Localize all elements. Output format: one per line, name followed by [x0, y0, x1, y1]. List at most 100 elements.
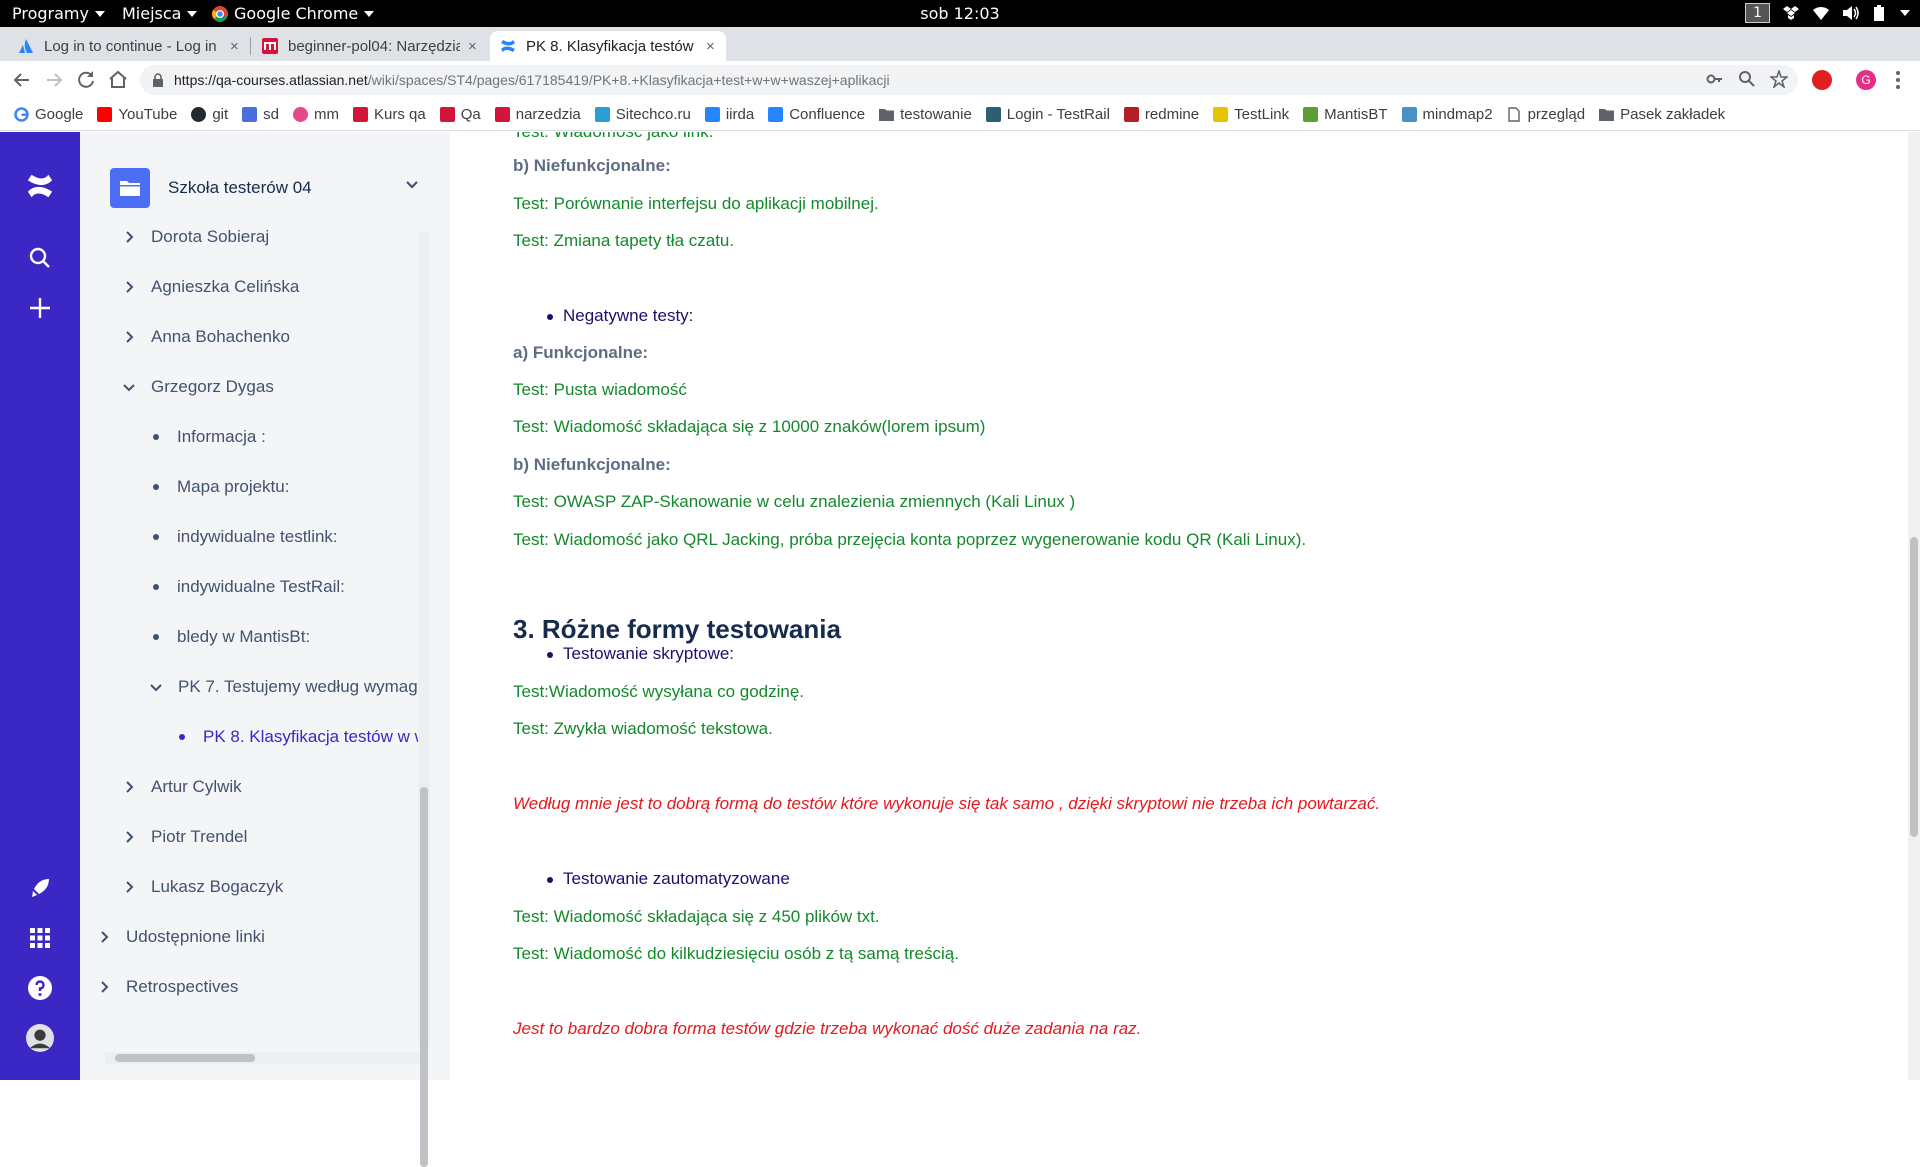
scrollbar-thumb[interactable]: [1910, 537, 1918, 837]
bookmark-item[interactable]: git: [191, 106, 228, 123]
bookmark-item[interactable]: TestLink: [1213, 106, 1289, 123]
back-arrow-icon[interactable]: [10, 68, 34, 92]
more-menu-icon[interactable]: [1886, 68, 1910, 92]
bookmark-item[interactable]: Login - TestRail: [985, 106, 1110, 123]
confluence-logo-icon[interactable]: [26, 172, 54, 200]
bookmark-item[interactable]: testowanie: [879, 106, 972, 123]
rocket-icon[interactable]: [26, 874, 54, 902]
bookmark-item[interactable]: YouTube: [97, 106, 177, 123]
tab-login[interactable]: Log in to continue - Log in ×: [8, 31, 256, 61]
help-icon[interactable]: [26, 974, 54, 1002]
chevron-down-icon[interactable]: [123, 383, 135, 392]
tab-beginner-pol04[interactable]: beginner-pol04: Narzędzia ×: [252, 31, 488, 61]
forward-arrow-icon[interactable]: [42, 68, 66, 92]
tree-item-label: Udostępnione linki: [126, 927, 265, 946]
chevron-right-icon[interactable]: [123, 831, 135, 843]
key-icon[interactable]: [1706, 70, 1724, 88]
app-switcher-icon[interactable]: [26, 924, 54, 952]
bookmark-label: przegląd: [1527, 106, 1586, 123]
dropbox-icon[interactable]: [1782, 5, 1800, 21]
tab-pk8[interactable]: PK 8. Klasyfikacja testów w ×: [490, 31, 726, 61]
tree-item[interactable]: bledy w MantisBt:: [150, 622, 310, 652]
atlassian-icon: [19, 39, 33, 53]
close-icon[interactable]: ×: [468, 38, 477, 55]
create-icon[interactable]: [26, 294, 54, 322]
wifi-icon[interactable]: [1812, 5, 1830, 21]
address-bar[interactable]: https://qa-courses.atlassian.net /wiki/s…: [140, 65, 1798, 95]
bookmark-item[interactable]: mindmap2: [1401, 106, 1493, 123]
tree-item[interactable]: Retrospectives: [98, 972, 238, 1002]
bookmark-item[interactable]: Qa: [439, 106, 481, 123]
home-icon[interactable]: [106, 68, 130, 92]
test-line-text: Test: Pusta wiadomość: [513, 380, 687, 399]
search-icon[interactable]: [26, 244, 54, 272]
tree-item[interactable]: Udostępnione linki: [98, 922, 265, 952]
chevron-down-icon[interactable]: [150, 683, 162, 692]
tree-item[interactable]: Piotr Trendel: [123, 822, 247, 852]
tree-item[interactable]: indywidualne testlink:: [150, 522, 338, 552]
close-icon[interactable]: ×: [230, 38, 239, 55]
user-avatar[interactable]: [26, 1024, 54, 1052]
chevron-down-icon[interactable]: [405, 180, 419, 190]
star-icon[interactable]: [1770, 70, 1788, 88]
chevron-right-icon[interactable]: [123, 281, 135, 293]
tree-item[interactable]: Informacja :: [150, 422, 266, 452]
tree-item[interactable]: PK 8. Klasyfikacja testów w waszej aplik…: [176, 722, 420, 752]
space-header[interactable]: Szkoła testerów 04: [110, 168, 312, 208]
reload-icon[interactable]: [74, 68, 98, 92]
volume-icon[interactable]: [1842, 5, 1860, 21]
bookmark-item[interactable]: sd: [242, 106, 279, 123]
chevron-right-icon[interactable]: [98, 981, 110, 993]
bookmark-label: Login - TestRail: [1006, 106, 1110, 123]
bookmark-item[interactable]: Sitechco.ru: [594, 106, 691, 123]
bookmark-item[interactable]: Kurs qa: [353, 106, 426, 123]
chevron-right-icon[interactable]: [123, 331, 135, 343]
test-line-text: Test: Wiadomość do kilkudziesięciu osób …: [513, 944, 959, 963]
power-menu-caret-icon[interactable]: [1900, 9, 1910, 17]
tree-item-label: Informacja :: [177, 427, 266, 446]
bookmarks-bar: Google YouTube git sd mm Kurs qa Qa narzedzia Si…: [0, 99, 1920, 131]
bookmark-item[interactable]: Confluence: [768, 106, 865, 123]
tree-item[interactable]: Agnieszka Celińska: [123, 272, 299, 302]
tree-item-label: indywidualne testlink:: [177, 527, 338, 546]
tree-item[interactable]: Lukasz Bogaczyk: [123, 872, 283, 902]
zoom-icon[interactable]: [1738, 70, 1756, 88]
bullet-icon: [153, 634, 159, 640]
browser-toolbar: https://qa-courses.atlassian.net /wiki/s…: [0, 61, 1920, 99]
tree-item[interactable]: indywidualne TestRail:: [150, 572, 345, 602]
tree-item[interactable]: Anna Bohachenko: [123, 322, 290, 352]
profile-avatar[interactable]: G: [1856, 70, 1876, 90]
bookmark-item[interactable]: MantisBT: [1303, 106, 1388, 123]
page-vertical-scrollbar[interactable]: [1908, 132, 1920, 1080]
bookmark-item[interactable]: redmine: [1123, 106, 1199, 123]
tree-item[interactable]: PK 7. Testujemy według wymagań: [150, 672, 420, 702]
tree-item[interactable]: Dorota Sobieraj: [123, 228, 269, 252]
sidebar-horizontal-scrollbar[interactable]: [105, 1052, 420, 1064]
tree-item[interactable]: Mapa projektu:: [150, 472, 289, 502]
tree-item[interactable]: Artur Cylwik: [123, 772, 242, 802]
bookmark-item[interactable]: narzedzia: [494, 106, 581, 123]
bookmark-item[interactable]: iirda: [704, 106, 754, 123]
workspace-indicator[interactable]: 1: [1745, 3, 1770, 23]
chevron-right-icon[interactable]: [123, 231, 135, 243]
scrollbar-thumb[interactable]: [420, 787, 428, 1167]
chevron-right-icon[interactable]: [123, 781, 135, 793]
tree-item-label: indywidualne TestRail:: [177, 577, 345, 596]
redmine-icon: [1123, 107, 1139, 122]
clock[interactable]: sob 12:03: [0, 4, 1920, 23]
bookmark-label: mm: [314, 106, 340, 123]
tree-item-label: Anna Bohachenko: [151, 327, 290, 346]
sidebar-vertical-scrollbar[interactable]: [418, 232, 430, 1167]
bookmark-item[interactable]: przegląd: [1507, 106, 1586, 123]
chevron-right-icon[interactable]: [123, 881, 135, 893]
close-icon[interactable]: ×: [706, 38, 715, 55]
bookmark-item[interactable]: Google: [14, 106, 83, 123]
bookmark-item[interactable]: Pasek zakładek: [1599, 106, 1725, 123]
tree-item[interactable]: Grzegorz Dygas: [123, 372, 274, 402]
github-icon: [191, 107, 207, 122]
chevron-right-icon[interactable]: [98, 931, 110, 943]
battery-icon[interactable]: [1872, 4, 1888, 22]
bookmark-item[interactable]: mm: [293, 106, 339, 123]
scrollbar-thumb[interactable]: [115, 1054, 255, 1062]
extension-icon[interactable]: [1812, 70, 1832, 90]
